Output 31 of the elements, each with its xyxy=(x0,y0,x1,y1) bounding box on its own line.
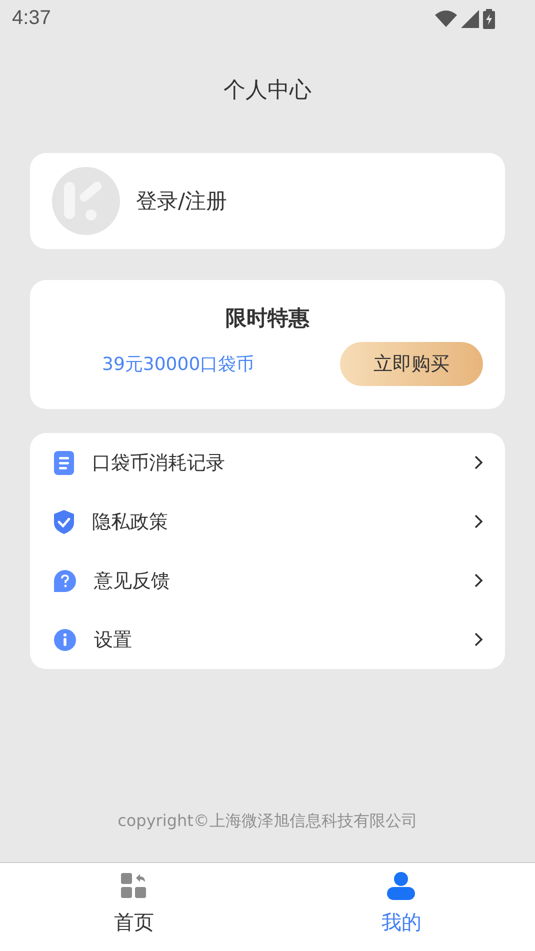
offer-text: 39元30000口袋币 xyxy=(102,353,254,376)
info-icon xyxy=(54,628,76,650)
tab[interactable]: 首页 xyxy=(0,863,268,951)
user-icon xyxy=(386,871,416,901)
avatar-icon xyxy=(52,167,120,235)
question-icon xyxy=(54,570,76,592)
signal-icon xyxy=(461,10,479,28)
chevron-right-icon xyxy=(474,514,483,529)
page-title: 个人中心 xyxy=(222,77,312,105)
buy-button[interactable]: 立即购买 xyxy=(340,342,483,386)
menu-item[interactable]: 意见反馈 xyxy=(30,551,505,610)
battery-icon xyxy=(483,8,495,28)
menu-item[interactable]: 口袋币消耗记录 xyxy=(30,433,505,492)
status-time: 4:37 xyxy=(12,7,51,30)
copyright-text: copyright©上海微泽旭信息科技有限公司 xyxy=(116,811,418,832)
promo-title: 限时特惠 xyxy=(226,305,310,332)
menu-item[interactable]: 设置 xyxy=(30,610,505,669)
shield-check-icon xyxy=(54,510,74,534)
menu-label: 设置 xyxy=(94,628,133,652)
grid-icon xyxy=(120,871,147,901)
tab[interactable]: 我的 xyxy=(268,863,535,951)
login-link[interactable]: 登录/注册 xyxy=(136,187,228,215)
chevron-right-icon xyxy=(474,455,483,470)
menu-label: 口袋币消耗记录 xyxy=(92,450,226,476)
chevron-right-icon xyxy=(474,632,483,647)
chevron-right-icon xyxy=(474,573,483,588)
document-icon xyxy=(54,450,74,474)
menu-item[interactable]: 隐私政策 xyxy=(30,492,505,551)
menu-label: 意见反馈 xyxy=(94,568,171,594)
menu-label: 隐私政策 xyxy=(92,510,169,534)
wifi-icon xyxy=(435,10,457,27)
